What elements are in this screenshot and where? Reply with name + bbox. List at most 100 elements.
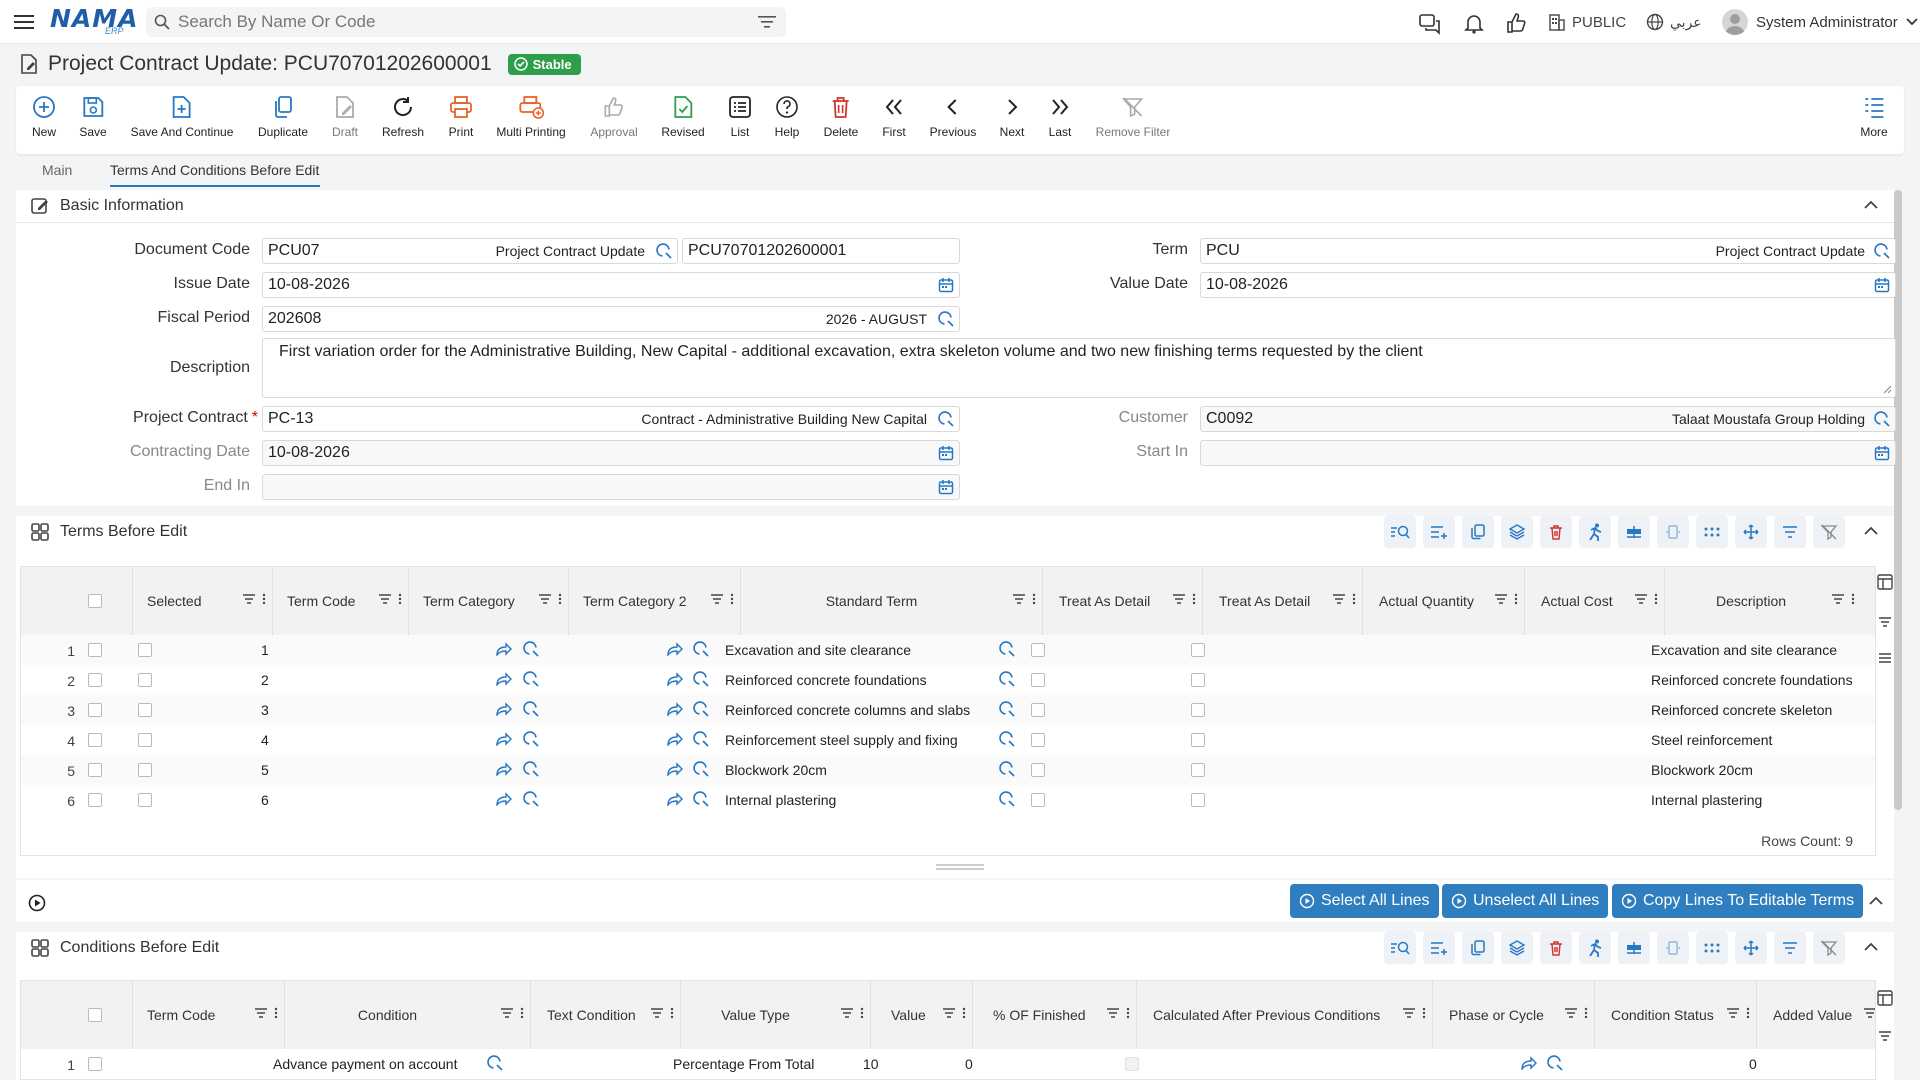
term-field[interactable]: PCU Project Contract Update (1200, 238, 1896, 264)
approval-button[interactable]: Approval (590, 94, 638, 139)
column-menu-icons[interactable] (1106, 1007, 1130, 1019)
column-header[interactable]: Description (1665, 567, 1875, 635)
lookup-icon[interactable] (999, 671, 1015, 687)
lookup-icon[interactable] (523, 791, 539, 807)
tab-terms-before-edit[interactable]: Terms And Conditions Before Edit (110, 162, 319, 178)
lookup-icon[interactable] (999, 791, 1015, 807)
chevron-up-icon[interactable] (1864, 526, 1878, 536)
description-textarea[interactable]: First variation order for the Administra… (262, 338, 1896, 398)
first-button[interactable]: First (881, 94, 907, 139)
row-select-checkbox[interactable] (88, 763, 102, 777)
lookup-icon[interactable] (487, 1055, 503, 1071)
column-menu-icons[interactable] (710, 593, 734, 605)
move-icon[interactable] (1735, 932, 1767, 964)
delete-row-icon[interactable] (1540, 932, 1572, 964)
treat-as-detail-checkbox[interactable] (1031, 733, 1045, 747)
selected-checkbox[interactable] (138, 673, 152, 687)
add-row-icon[interactable] (1423, 932, 1455, 964)
calculated-checkbox[interactable] (1125, 1057, 1139, 1071)
selected-checkbox[interactable] (138, 643, 152, 657)
columns-list-icon[interactable] (1878, 652, 1892, 664)
start-in-field[interactable] (1200, 440, 1896, 466)
list-button[interactable]: List (727, 94, 753, 139)
column-header[interactable]: Calculated After Previous Conditions (1137, 981, 1433, 1049)
chat-icon[interactable] (1418, 11, 1442, 35)
share-icon[interactable] (496, 642, 512, 656)
column-header[interactable]: Value Type (681, 981, 871, 1049)
copy-lines-button[interactable]: Copy Lines To Editable Terms (1612, 884, 1864, 918)
issue-date-field[interactable]: 10-08-2026 (262, 272, 960, 298)
share-icon[interactable] (667, 792, 683, 806)
basic-information-header[interactable]: Basic Information (16, 190, 1896, 222)
end-in-field[interactable] (262, 474, 960, 500)
more-button[interactable]: More (1860, 94, 1888, 139)
column-header[interactable]: Actual Quantity (1363, 567, 1525, 635)
lookup-icon[interactable] (693, 641, 709, 657)
lookup-icon[interactable] (999, 761, 1015, 777)
table-row[interactable]: 1 1 Excavation and site clearance Excavatio… (21, 635, 1875, 665)
table-row[interactable]: 6 6 Internal plastering Internal plastering (21, 785, 1875, 815)
column-header[interactable]: Condition Status (1595, 981, 1757, 1049)
treat-as-detail-checkbox[interactable] (1031, 703, 1045, 717)
dots-grid-icon[interactable] (1696, 932, 1728, 964)
menu-icon[interactable] (14, 12, 34, 32)
column-header[interactable]: Value (871, 981, 973, 1049)
copy-row-icon[interactable] (1462, 932, 1494, 964)
lookup-icon[interactable] (999, 731, 1015, 747)
expand-column-icon[interactable] (1657, 516, 1689, 548)
run-icon[interactable] (1579, 932, 1611, 964)
column-menu-icons[interactable] (538, 593, 562, 605)
lookup-icon[interactable] (938, 311, 954, 327)
layers-icon[interactable] (1501, 932, 1533, 964)
project-contract-field[interactable]: PC-13 Contract - Administrative Building… (262, 406, 960, 432)
column-header[interactable]: Actual Cost (1525, 567, 1665, 635)
company-selector[interactable]: PUBLIC (1548, 11, 1626, 33)
last-button[interactable]: Last (1047, 94, 1073, 139)
table-settings-icon[interactable] (1877, 574, 1893, 590)
column-menu-icons[interactable] (1863, 1007, 1875, 1019)
row-select-checkbox[interactable] (88, 673, 102, 687)
chevron-up-icon[interactable] (1864, 200, 1878, 210)
column-menu-icons[interactable] (840, 1007, 864, 1019)
document-number-field[interactable]: PCU70701202600001 (682, 238, 960, 264)
column-header[interactable]: Treat As Detail (1043, 567, 1203, 635)
lookup-icon[interactable] (523, 641, 539, 657)
filter-off-icon[interactable] (1813, 932, 1845, 964)
lookup-icon[interactable] (693, 761, 709, 777)
share-icon[interactable] (667, 762, 683, 776)
calendar-icon[interactable] (938, 277, 954, 293)
lookup-icon[interactable] (693, 701, 709, 717)
chevron-up-icon[interactable] (1864, 942, 1878, 952)
column-menu-icons[interactable] (500, 1007, 524, 1019)
lookup-icon[interactable] (656, 243, 672, 259)
document-code-field[interactable]: PCU07 Project Contract Update (262, 238, 678, 264)
save-button[interactable]: Save (79, 94, 107, 139)
filter-lines-icon[interactable] (1774, 516, 1806, 548)
select-all-checkbox[interactable] (88, 594, 102, 608)
share-icon[interactable] (1521, 1056, 1537, 1070)
table-icon[interactable] (1618, 516, 1650, 548)
column-menu-icons[interactable] (242, 593, 266, 605)
lookup-icon[interactable] (999, 641, 1015, 657)
calendar-icon[interactable] (938, 445, 954, 461)
next-button[interactable]: Next (999, 94, 1025, 139)
lookup-icon[interactable] (1547, 1055, 1563, 1071)
treat-as-detail-checkbox[interactable] (1031, 643, 1045, 657)
column-header[interactable]: Treat As Detail (1203, 567, 1363, 635)
filter-off-icon[interactable] (1813, 516, 1845, 548)
column-menu-icons[interactable] (1494, 593, 1518, 605)
treat-as-detail-checkbox[interactable] (1191, 643, 1205, 657)
treat-as-detail-checkbox[interactable] (1191, 763, 1205, 777)
column-menu-icons[interactable] (1402, 1007, 1426, 1019)
treat-as-detail-checkbox[interactable] (1031, 793, 1045, 807)
treat-as-detail-checkbox[interactable] (1191, 733, 1205, 747)
column-menu-icons[interactable] (1172, 593, 1196, 605)
lookup-icon[interactable] (693, 731, 709, 747)
dots-grid-icon[interactable] (1696, 516, 1728, 548)
zoom-search-icon[interactable] (1384, 932, 1416, 964)
row-select-checkbox[interactable] (88, 643, 102, 657)
share-icon[interactable] (496, 702, 512, 716)
row-select-checkbox[interactable] (88, 1057, 102, 1071)
play-circle-icon[interactable] (28, 894, 46, 912)
treat-as-detail-checkbox[interactable] (1031, 763, 1045, 777)
